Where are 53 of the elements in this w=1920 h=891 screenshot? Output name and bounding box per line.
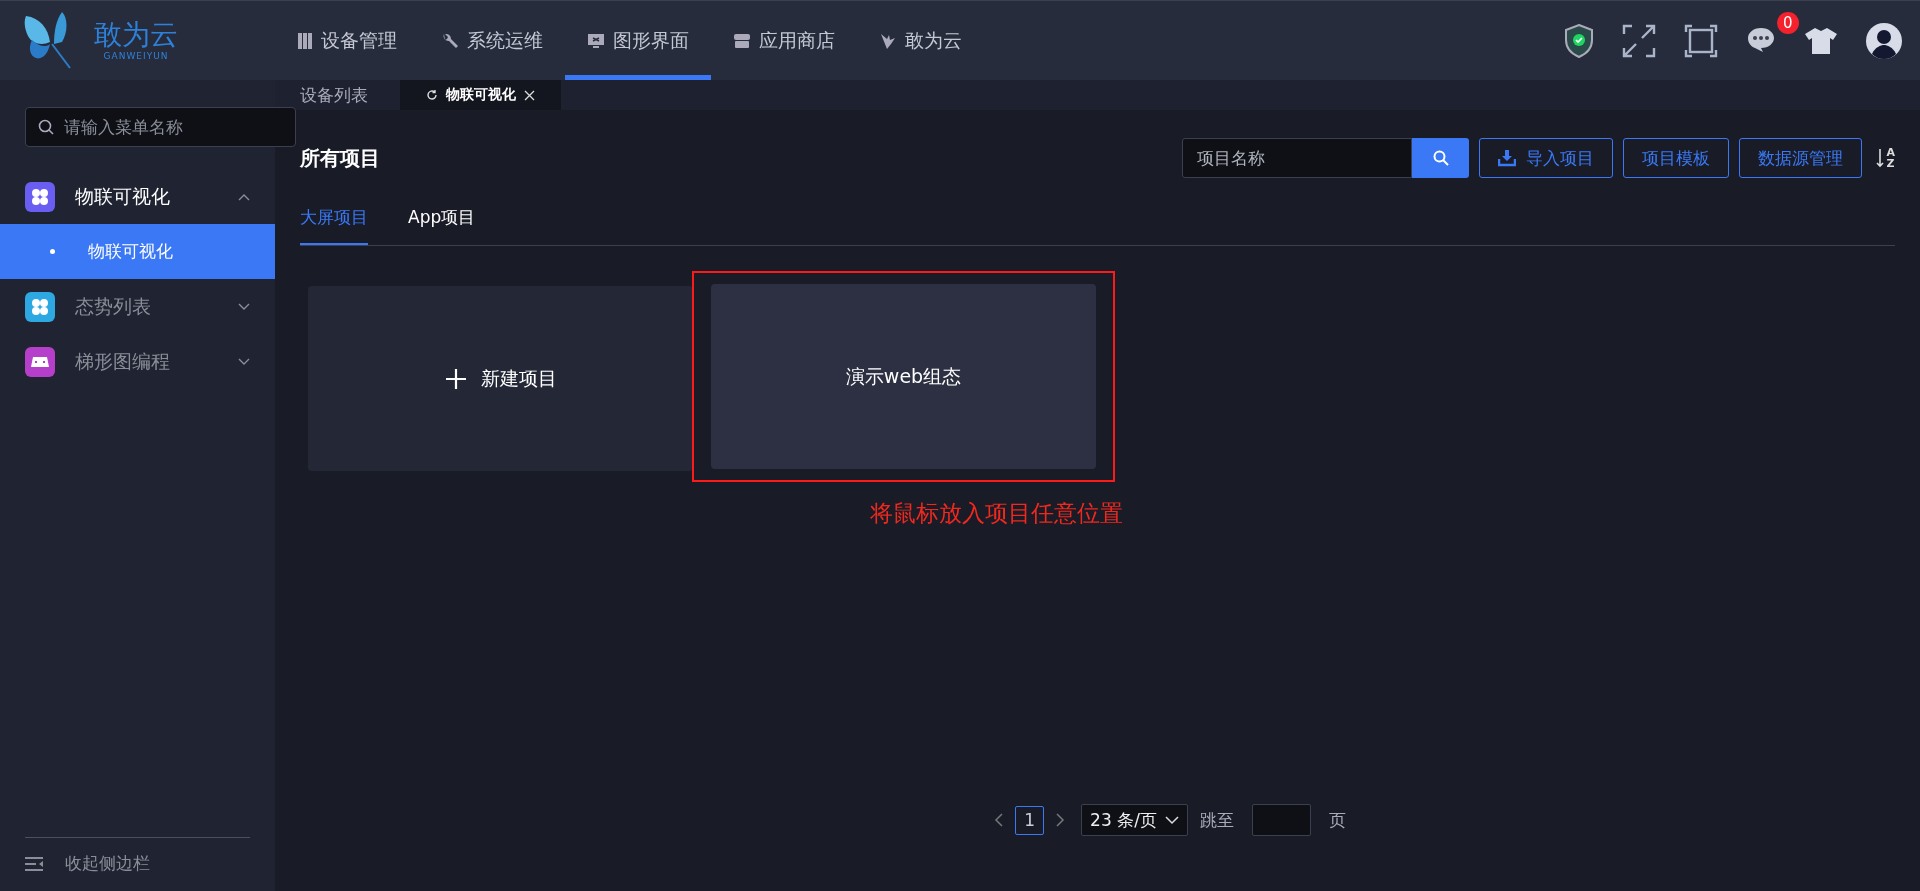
toolbar-button[interactable]: 数据源管理 [1739,138,1863,178]
nav-tab[interactable]: 敢为云 [857,1,984,80]
nav-tab[interactable]: 应用商店 [711,1,857,80]
search-button[interactable] [1412,138,1470,178]
search-icon [1433,150,1449,166]
shirt-icon[interactable] [1804,25,1838,56]
page-unit-label: 页 [1328,808,1346,832]
close-icon[interactable] [524,89,535,101]
goto-label: 跳至 [1199,808,1234,832]
page-number[interactable]: 1 [1015,805,1045,835]
avatar-icon[interactable] [1866,22,1902,59]
wrench-icon [441,31,459,50]
page-tab[interactable]: 物联可视化 [400,80,561,110]
menu-item-label: 态势列表 [75,293,151,319]
previous-page-icon[interactable] [994,813,1004,827]
page-tab[interactable]: 设备列表 [275,80,400,110]
menu-search-field[interactable]: 请输入菜单名称 [25,107,296,147]
menu-item[interactable]: 物联可视化 [0,169,275,224]
toolbar-button[interactable]: 导入项目 [1479,138,1614,178]
plus-icon [444,367,467,390]
annotation-text: 将鼠标放入项目任意位置 [870,499,1124,528]
logo-name: 敢为云 [94,20,178,51]
menu-item[interactable]: 态势列表 [0,279,275,334]
submenu-item[interactable]: 物联可视化 [0,224,275,279]
logo-subtitle: GANWEIYUN [103,50,169,61]
toolbar-button[interactable]: 项目模板 [1623,138,1730,178]
monitor-icon [587,31,605,50]
project-tab[interactable]: 大屏项目 [300,206,368,245]
download-icon [1498,149,1517,167]
new-project-card[interactable]: 新建项目 [308,286,693,471]
menu-item-label: 梯形图编程 [75,348,170,374]
page-title: 所有项目 [300,144,380,172]
page-size-select[interactable]: 23 条/页 [1081,804,1188,836]
notification-badge: 0 [1777,11,1799,34]
next-page-icon[interactable] [1056,813,1066,827]
refresh-icon[interactable] [426,89,438,101]
collapse-sidebar-link[interactable]: 收起侧边栏 [65,852,150,875]
shield-icon[interactable] [1564,23,1594,58]
menu-item[interactable]: 梯形图编程 [0,334,275,389]
sort-button[interactable]: A Z [1876,147,1895,169]
nav-tab[interactable]: 设备管理 [275,1,419,80]
menu-item-label: 物联可视化 [75,183,170,209]
nav-tab[interactable]: 系统运维 [419,1,565,80]
fullscreen-icon[interactable] [1622,23,1656,58]
goto-page-field[interactable] [1251,804,1311,836]
project-search-field[interactable]: 项目名称 [1182,138,1413,178]
collapse-sidebar-icon[interactable] [25,855,43,872]
frame-icon[interactable] [1684,23,1718,58]
dropdown-caret-icon [1164,815,1179,825]
project-card[interactable]: 演示web组态 [711,284,1096,469]
store-icon [733,32,751,49]
books-icon [297,31,313,50]
project-tab[interactable]: App项目 [408,206,476,245]
